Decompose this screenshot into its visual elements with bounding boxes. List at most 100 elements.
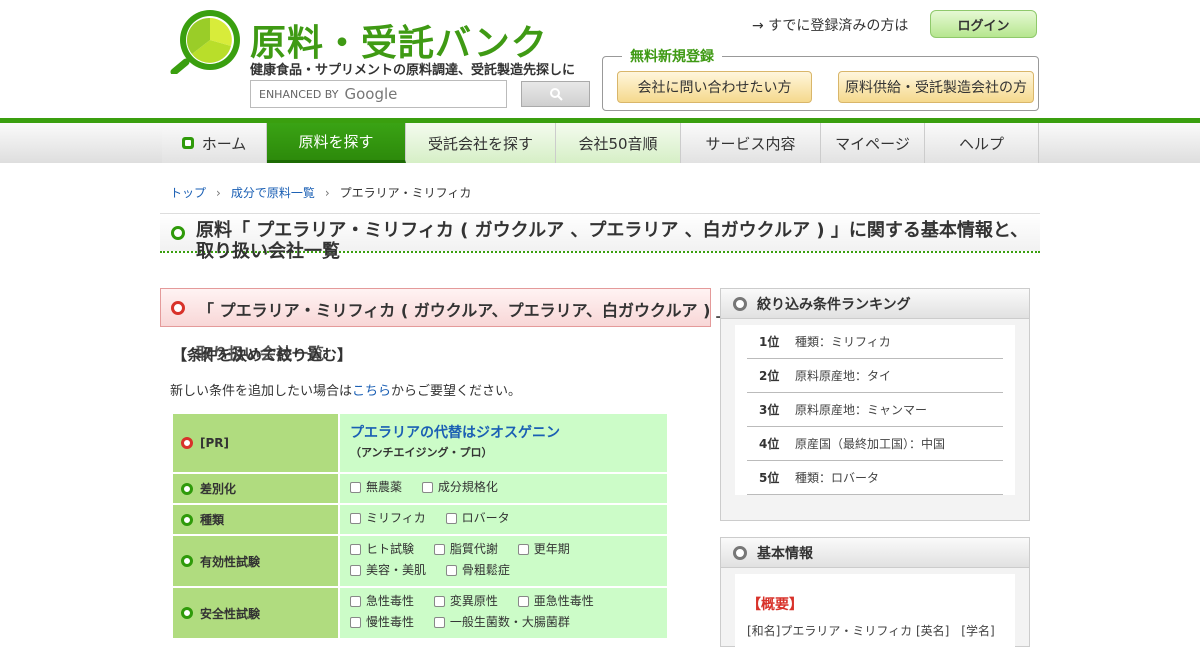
table-row: 有効性試験 ヒト試験 脂質代謝 更年期 美容・美肌 骨粗鬆症 bbox=[173, 536, 667, 586]
filter-options: 無農薬 成分規格化 bbox=[340, 474, 667, 503]
nav-mypage[interactable]: マイページ bbox=[821, 123, 925, 163]
register-inquire-button[interactable]: 会社に問い合わせたい方 bbox=[617, 71, 812, 103]
option-label: 亜急性毒性 bbox=[533, 594, 594, 608]
filter-checkbox[interactable]: 急性毒性 bbox=[350, 592, 414, 611]
rank-text: 原産国（最終加工国）：中国 bbox=[795, 437, 946, 451]
filter-checkbox[interactable]: ヒト試験 bbox=[350, 540, 414, 559]
search-placeholder: ENHANCED BY bbox=[259, 87, 339, 101]
search-input[interactable]: ENHANCED BY Google bbox=[250, 80, 507, 108]
breadcrumb-list[interactable]: 成分で原料一覧 bbox=[231, 184, 315, 201]
checkbox-icon[interactable] bbox=[433, 617, 445, 628]
list-item[interactable]: 1位 種類：ミリフィカ bbox=[747, 325, 1003, 359]
rank-text: 種類：ロバータ bbox=[795, 471, 880, 485]
nav-home-label: ホーム bbox=[201, 134, 247, 153]
pr-sub: （アンチエイジング・プロ） bbox=[350, 446, 493, 459]
rank-position: 3位 bbox=[759, 403, 780, 417]
checkbox-icon[interactable] bbox=[350, 596, 361, 607]
checkbox-icon[interactable] bbox=[350, 513, 361, 524]
filter-checkbox[interactable]: 美容・美肌 bbox=[350, 561, 426, 580]
rank-text: 原料原産地：タイ bbox=[795, 369, 892, 383]
option-label: 骨粗鬆症 bbox=[461, 563, 510, 577]
basic-overview-heading: 【概要】 bbox=[747, 597, 803, 613]
option-label: ロバータ bbox=[461, 511, 510, 525]
request-link[interactable]: こちら bbox=[352, 384, 391, 399]
checkbox-icon[interactable] bbox=[433, 544, 445, 555]
rank-position: 5位 bbox=[759, 471, 780, 485]
nav-search-contractor[interactable]: 受託会社を探す bbox=[406, 123, 556, 163]
list-item[interactable]: 5位 種類：ロバータ bbox=[747, 461, 1003, 495]
login-button[interactable]: ログイン bbox=[930, 10, 1037, 38]
checkbox-icon[interactable] bbox=[517, 596, 529, 607]
pr-link[interactable]: プエラリアの代替はジオスゲニン bbox=[350, 425, 560, 441]
google-brand: Google bbox=[344, 85, 398, 103]
checkbox-icon[interactable] bbox=[421, 482, 433, 493]
filter-checkbox[interactable]: ミリフィカ bbox=[350, 509, 426, 528]
filter-checkbox[interactable]: 変異原性 bbox=[433, 592, 498, 611]
circle-bullet-red-icon bbox=[171, 301, 185, 315]
filter-checkbox[interactable]: 成分規格化 bbox=[421, 478, 498, 497]
checkbox-icon[interactable] bbox=[350, 482, 361, 493]
basic-info-header: 基本情報 bbox=[721, 538, 1029, 568]
main-nav: ホーム 原料を探す 受託会社を探す 会社50音順 サービス内容 マイページ ヘル… bbox=[162, 123, 1039, 163]
filter-label: 有効性試験 bbox=[173, 536, 338, 586]
filter-label: 種類 bbox=[173, 505, 338, 534]
basic-info-body: 【概要】 [和名]プエラリア・ミリフィカ [英名] [学名] bbox=[735, 574, 1015, 654]
list-item[interactable]: 3位 原料原産地：ミャンマー bbox=[747, 393, 1003, 427]
circle-bullet-icon bbox=[181, 513, 193, 526]
nav-help[interactable]: ヘルプ bbox=[925, 123, 1039, 163]
ranking-panel: 絞り込み条件ランキング 1位 種類：ミリフィカ 2位 原料原産地：タイ 3位 原料原産… bbox=[720, 288, 1030, 521]
nav-home[interactable]: ホーム bbox=[162, 123, 267, 163]
filter-checkbox[interactable]: 一般生菌数・大腸菌群 bbox=[433, 613, 570, 632]
ranking-list: 1位 種類：ミリフィカ 2位 原料原産地：タイ 3位 原料原産地：ミャンマー 4位 原産… bbox=[735, 325, 1015, 495]
filter-checkbox[interactable]: 骨粗鬆症 bbox=[445, 561, 510, 580]
table-row: 差別化 無農薬 成分規格化 bbox=[173, 474, 667, 503]
logo-icon bbox=[170, 10, 240, 74]
register-supplier-button[interactable]: 原料供給・受託製造会社の方 bbox=[838, 71, 1034, 103]
list-item[interactable]: 2位 原料原産地：タイ bbox=[747, 359, 1003, 393]
filter-note-after: からご要望ください。 bbox=[391, 384, 522, 399]
checkbox-icon[interactable] bbox=[445, 565, 457, 576]
checkbox-icon[interactable] bbox=[517, 544, 529, 555]
filter-checkbox[interactable]: 脂質代謝 bbox=[433, 540, 498, 559]
nav-services[interactable]: サービス内容 bbox=[681, 123, 821, 163]
option-label: 慢性毒性 bbox=[366, 615, 415, 629]
filter-checkbox[interactable]: 亜急性毒性 bbox=[517, 592, 594, 611]
list-item[interactable]: 4位 原産国（最終加工国）：中国 bbox=[747, 427, 1003, 461]
filter-checkbox[interactable]: 慢性毒性 bbox=[350, 613, 414, 632]
nav-company-index[interactable]: 会社50音順 bbox=[556, 123, 681, 163]
circle-bullet-icon bbox=[181, 482, 193, 495]
search-button[interactable] bbox=[521, 81, 590, 107]
section-heading: 「 プエラリア・ミリフィカ ( ガウクルア、プエラリア、白ガウクルア ) 」 bbox=[198, 301, 732, 320]
circle-bullet-icon bbox=[181, 555, 193, 567]
filter-checkbox[interactable]: ロバータ bbox=[445, 509, 510, 528]
breadcrumb-top[interactable]: トップ bbox=[170, 184, 206, 201]
option-label: 美容・美肌 bbox=[366, 563, 427, 577]
filter-note-before: 新しい条件を追加したい場合は bbox=[170, 384, 353, 399]
site-tagline: 健康食品・サプリメントの原料調達、受託製造先探しに bbox=[250, 63, 576, 78]
chevron-right-icon: › bbox=[324, 185, 330, 200]
filter-options: 急性毒性 変異原性 亜急性毒性 慢性毒性 一般生菌数・大腸菌群 bbox=[340, 588, 667, 638]
filter-table: [PR] プエラリアの代替はジオスゲニン （アンチエイジング・プロ） 差別化 無… bbox=[171, 412, 669, 640]
filter-label-text: 有効性試験 bbox=[200, 554, 261, 569]
option-label: 無農薬 bbox=[366, 480, 403, 494]
checkbox-icon[interactable] bbox=[350, 617, 361, 628]
rank-position: 2位 bbox=[759, 369, 780, 383]
rank-position: 1位 bbox=[759, 335, 780, 349]
option-label: 急性毒性 bbox=[366, 594, 415, 608]
table-row: [PR] プエラリアの代替はジオスゲニン （アンチエイジング・プロ） bbox=[173, 414, 667, 472]
filter-checkbox[interactable]: 更年期 bbox=[517, 540, 570, 559]
ranking-title: 絞り込み条件ランキング bbox=[757, 296, 911, 313]
option-label: 脂質代謝 bbox=[449, 542, 498, 556]
chevron-right-icon: › bbox=[216, 185, 221, 200]
nav-search-material[interactable]: 原料を探す bbox=[267, 123, 406, 163]
checkbox-icon[interactable] bbox=[433, 596, 445, 607]
rank-position: 4位 bbox=[759, 437, 780, 451]
checkbox-icon[interactable] bbox=[350, 565, 361, 576]
rank-text: 種類：ミリフィカ bbox=[795, 335, 891, 349]
option-label: 成分規格化 bbox=[437, 480, 498, 494]
option-label: 一般生菌数・大腸菌群 bbox=[449, 615, 570, 629]
circle-bullet-icon bbox=[733, 545, 747, 560]
filter-checkbox[interactable]: 無農薬 bbox=[350, 478, 402, 497]
checkbox-icon[interactable] bbox=[445, 513, 457, 524]
checkbox-icon[interactable] bbox=[350, 544, 361, 555]
